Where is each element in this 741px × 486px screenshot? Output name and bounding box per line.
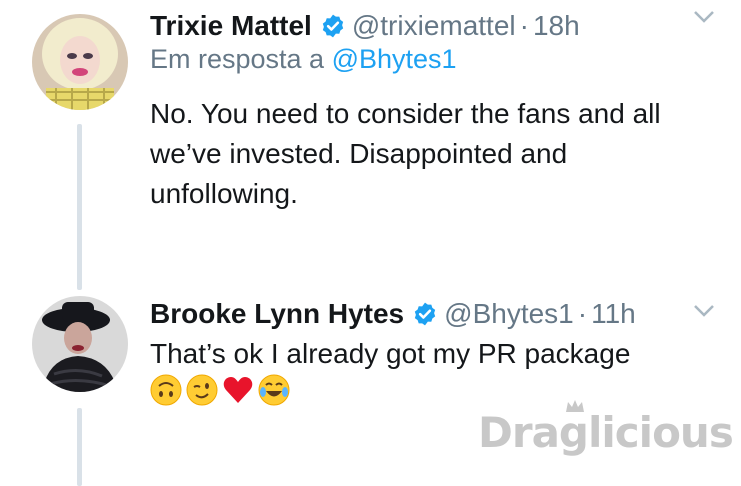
- tweet-text: That’s ok I already got my PR package: [150, 338, 631, 369]
- chevron-down-icon[interactable]: [693, 304, 715, 323]
- emoji-row: [150, 374, 290, 406]
- red-heart-icon: [223, 377, 253, 403]
- user-handle[interactable]: @trixiemattel: [352, 10, 516, 42]
- tweet-text: No. You need to consider the fans and al…: [150, 98, 661, 209]
- reply-prefix: Em resposta a: [150, 44, 325, 74]
- verified-badge-icon: [412, 301, 438, 327]
- tweet-header: Brooke Lynn Hytes @Bhytes1 · 11h: [150, 294, 636, 334]
- reply-context: Em resposta a @Bhytes1: [150, 44, 457, 75]
- user-handle[interactable]: @Bhytes1: [444, 298, 574, 330]
- avatar[interactable]: [32, 296, 128, 392]
- verified-badge-icon: [320, 13, 346, 39]
- tweet-header: Trixie Mattel @trixiemattel · 18h: [150, 6, 580, 46]
- watermark-logo: Draglicious: [478, 408, 734, 457]
- thread-line: [77, 124, 82, 290]
- tweet-trixie[interactable]: Trixie Mattel @trixiemattel · 18h Em res…: [0, 0, 741, 290]
- tweet-timestamp[interactable]: 18h: [533, 10, 580, 42]
- winking-face-icon: [186, 374, 218, 406]
- separator-dot: ·: [519, 10, 529, 41]
- upside-down-face-icon: [150, 374, 182, 406]
- tears-of-joy-face-icon: [258, 374, 290, 406]
- avatar[interactable]: [32, 14, 128, 110]
- chevron-down-icon[interactable]: [693, 10, 715, 29]
- display-name[interactable]: Trixie Mattel: [150, 10, 312, 42]
- separator-dot: ·: [577, 298, 588, 329]
- thread-line: [77, 408, 82, 486]
- reply-mention-link[interactable]: @Bhytes1: [332, 44, 457, 74]
- tweet-timestamp[interactable]: 11h: [591, 298, 636, 330]
- display-name[interactable]: Brooke Lynn Hytes: [150, 298, 404, 330]
